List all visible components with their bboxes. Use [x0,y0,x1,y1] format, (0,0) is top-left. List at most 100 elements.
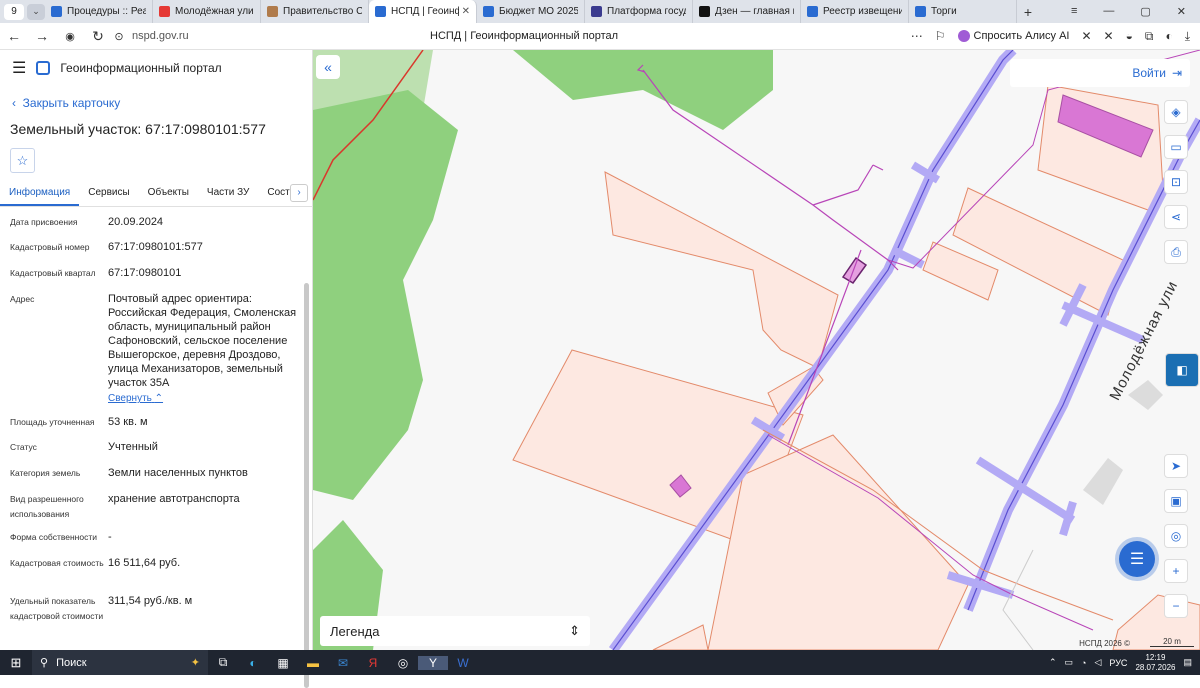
browser-icon[interactable]: ◎ [388,656,418,670]
close-tab-icon[interactable]: ✕ [462,6,470,17]
word-icon[interactable]: W [448,656,478,670]
tray-chevron-icon[interactable]: ⌃ [1049,657,1057,668]
alice-button[interactable]: Спросить Алису AI [957,30,1069,42]
url-field[interactable]: nspd.gov.ru [132,30,189,42]
extension-icon-2[interactable]: ✕ [1104,29,1114,43]
attribute-value-text: Земли населенных пунктов [108,467,248,479]
tabs-scroll-right-icon[interactable]: › [290,184,308,202]
attribute-label: Кадастровая стоимость [10,558,104,568]
select-area-icon[interactable]: ⊡ [1164,170,1188,194]
parcel-title: Земельный участок: 67:17:0980101:577 [10,121,266,137]
tab-list-dropdown-icon[interactable]: ⌄ [27,3,45,20]
print-icon[interactable]: ⎙ [1164,240,1188,264]
tab-counter[interactable]: 9 [4,3,24,20]
taskbar-search[interactable]: ⚲ Поиск ✦ [32,650,208,675]
browser-tab[interactable]: НСПД | Геоинфор✕ [369,0,477,23]
more-icon[interactable]: ⋯ [911,29,923,43]
zoom-in-icon[interactable]: + [1164,559,1188,583]
search-icon: ⚲ [40,657,49,669]
outlook-icon[interactable]: ✉ [328,656,358,670]
alice-icon [957,30,970,42]
menu-icon[interactable]: ≡ [1071,5,1077,18]
panel-tab[interactable]: Информация [0,183,80,206]
yandex-icon[interactable]: Я [358,656,388,670]
locate-icon[interactable]: ➤ [1164,454,1188,478]
edge-icon[interactable]: ◐ [238,656,268,670]
task-view-icon[interactable]: ⧉ [208,655,238,670]
chat-icon[interactable]: ☰ [1119,541,1155,577]
close-window-button[interactable]: ✕ [1177,5,1186,18]
attribute-value: Почтовый адрес ориентира: Российская Фед… [108,292,298,406]
tab-favicon-icon [267,6,278,17]
taskbar: ⊞ ⚲ Поиск ✦ ⧉ ◐ ▦ ▬ ✉ Я ◎ Y W ⌃ ▭ ◔ ◁ РУС … [0,650,1200,675]
panel-scrollbar[interactable] [304,283,309,688]
extension-icon-3[interactable]: ◒ [1126,29,1133,43]
shield-icon[interactable]: ◉ [56,30,84,43]
tab-title: Молодёжная улица, [175,6,254,17]
yandex-browser-icon[interactable]: Y [418,655,448,670]
windows-start-icon[interactable]: ⊞ [0,655,32,671]
login-button[interactable]: Войти ⇥ [1010,59,1190,87]
layers-icon[interactable]: ◈ [1164,100,1188,124]
browser-tab[interactable]: Торги [909,0,1017,23]
tab-title: Реестр извещений [823,6,902,17]
map-view[interactable]: « Войти ⇥ ◈ ▭ ⊡ ⋖ ⎙ ◧ ➤ ▣ ◎ + − ☰ Молодёж… [313,50,1200,650]
zoom-out-icon[interactable]: − [1164,594,1188,618]
attribute-value-text: Почтовый адрес ориентира: Российская Фед… [108,293,297,389]
panel-tab[interactable]: Части ЗУ [198,183,258,206]
attribute-label: Кадастровый номер [10,242,90,252]
lock-icon: ⊙ [114,30,124,43]
tab-title: Платформа государ [607,6,686,17]
favorite-star-icon[interactable]: ☆ [10,148,35,173]
browser-tab[interactable]: Бюджет МО 2025г 24 [477,0,585,23]
panel-tab[interactable]: Объекты [139,183,198,206]
minimap-icon[interactable]: ▣ [1164,489,1188,513]
page-title: НСПД | Геоинформационный портал [430,30,619,42]
hamburger-menu-icon[interactable]: ☰ [12,58,26,78]
legend-dropdown[interactable]: Легенда ⇕ [320,616,590,646]
ruler-icon[interactable]: ▭ [1164,135,1188,159]
browser-tab[interactable]: Дзен — главная нов [693,0,801,23]
extension-icon-4[interactable]: ⧉ [1145,29,1154,44]
panel-tabs: Информация Сервисы Объекты Части ЗУ Состав › [0,183,313,207]
browser-tab[interactable]: Молодёжная улица, [153,0,261,23]
tab-title: Правительство Смо [283,6,362,17]
extension-icon-1[interactable]: ✕ [1081,29,1091,43]
back-arrow-icon[interactable]: ← [0,28,28,44]
new-tab-button[interactable]: + [1017,4,1039,20]
browser-tab[interactable]: Платформа государ [585,0,693,23]
share-icon[interactable]: ⋖ [1164,205,1188,229]
tab-favicon-icon [915,6,926,17]
maximize-button[interactable]: ▢ [1140,5,1150,18]
collapse-link[interactable]: Свернуть ⌃ [108,392,298,406]
forward-arrow-icon[interactable]: → [28,28,56,44]
clock[interactable]: 12:19 28.07.2026 [1135,653,1175,673]
extension-icon-5[interactable]: ◐ [1165,29,1172,43]
explorer-icon[interactable]: ▬ [298,656,328,670]
geolocation-icon[interactable]: ◎ [1164,524,1188,548]
language-indicator[interactable]: РУС [1109,658,1127,668]
panel-tab[interactable]: Сервисы [79,183,138,206]
attribute-label: Форма собственности [10,532,97,542]
attribute-value: 16 511,64 руб. [108,556,298,570]
browser-tab[interactable]: Реестр извещений [801,0,909,23]
bookmark-icon[interactable]: ⚐ [935,29,946,43]
close-card-link[interactable]: ‹ Закрыть карточку [12,96,120,110]
volume-icon[interactable]: ◁ [1094,657,1101,668]
store-icon[interactable]: ▦ [268,656,298,670]
assistant-icon[interactable]: ◧ [1165,353,1199,387]
network-icon[interactable]: ▭ [1065,657,1074,668]
minimize-button[interactable]: — [1103,5,1114,18]
download-icon[interactable]: ⤓ [1185,29,1190,44]
attribute-label: Категория земель [10,468,81,478]
collapse-panel-button[interactable]: « [316,55,340,79]
tab-favicon-icon [807,6,818,17]
notifications-icon[interactable]: ▤ [1183,657,1192,668]
reload-icon[interactable]: ↻ [84,28,112,45]
expand-icon: ⇕ [569,623,580,638]
map-canvas[interactable] [313,50,1200,650]
wifi-icon[interactable]: ◔ [1081,658,1086,668]
browser-tab[interactable]: Правительство Смо [261,0,369,23]
browser-tab[interactable]: Процедуры :: Реализ [45,0,153,23]
tab-favicon-icon [699,6,710,17]
